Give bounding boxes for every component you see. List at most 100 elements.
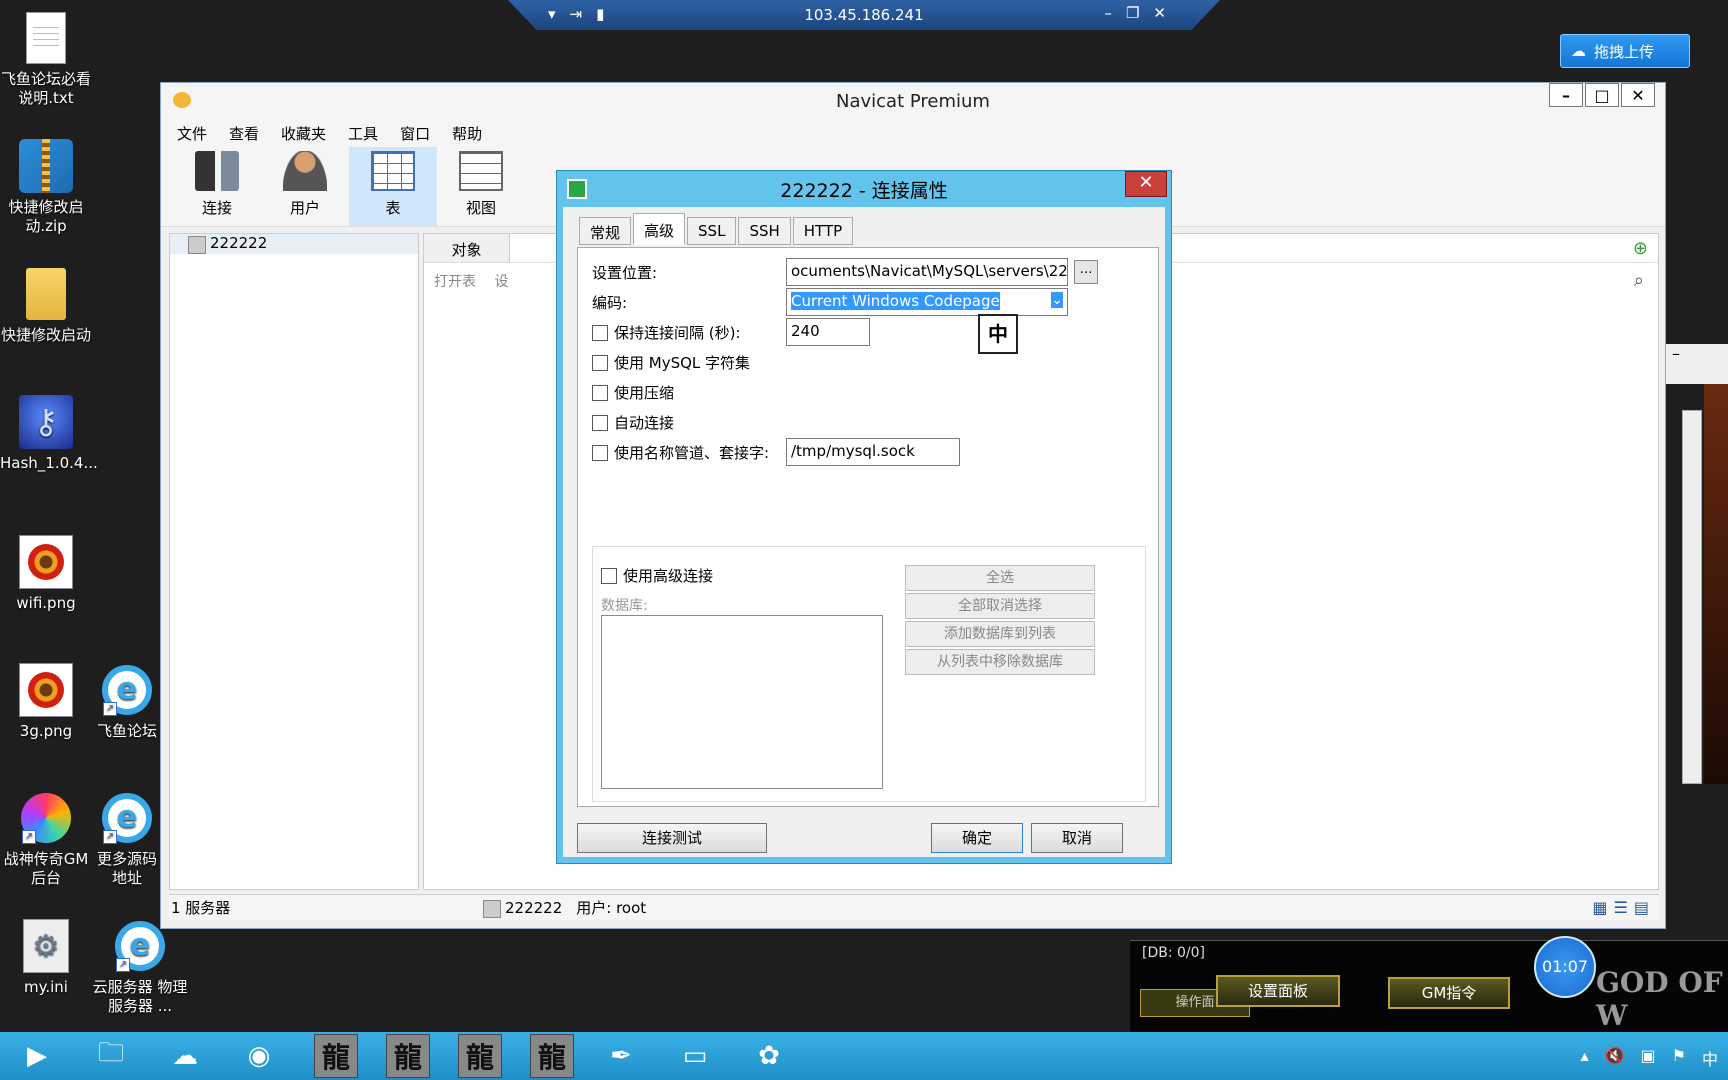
- user-button[interactable]: 用户: [261, 147, 349, 226]
- dragon-app-icon[interactable]: 龍: [386, 1034, 430, 1078]
- encoding-label: 编码:: [592, 294, 628, 312]
- database-label: 数据库:: [601, 598, 648, 614]
- settings-panel-button[interactable]: 设置面板: [1216, 975, 1340, 1007]
- desktop-icon-wifi-png[interactable]: wifi.png: [0, 534, 92, 613]
- ime-indicator[interactable]: 中: [978, 314, 1018, 354]
- menu-bar: 文件 查看 收藏夹 工具 窗口 帮助: [161, 119, 1665, 147]
- tab-http[interactable]: HTTP: [792, 217, 854, 245]
- keepalive-input[interactable]: 240: [786, 318, 870, 346]
- list-view-icon[interactable]: ☰: [1614, 898, 1628, 917]
- view-button[interactable]: 视图: [437, 147, 525, 226]
- baidu-netdisk-icon[interactable]: ☁: [152, 1034, 218, 1078]
- drag-upload-button[interactable]: ☁ 拖拽上传: [1560, 34, 1690, 68]
- maximize-button[interactable]: □: [1585, 83, 1619, 107]
- remove-database-button[interactable]: 从列表中移除数据库: [905, 649, 1095, 675]
- desktop-icon-more-source[interactable]: e ↗ 更多源码地址: [92, 790, 162, 888]
- ok-button[interactable]: 确定: [931, 823, 1023, 853]
- desktop-icon-my-ini[interactable]: ⚙ my.ini: [0, 918, 92, 997]
- search-icon[interactable]: ⌕: [1634, 270, 1644, 291]
- desktop-icon-readme[interactable]: 飞鱼论坛必看说明.txt: [0, 10, 92, 108]
- auto-connect-checkbox[interactable]: [592, 414, 608, 431]
- server-manager-icon[interactable]: ▶: [4, 1034, 70, 1078]
- desktop-icon-zip[interactable]: 快捷修改启动.zip: [0, 138, 92, 236]
- game-window-controls: –: [1666, 344, 1728, 384]
- test-connection-button[interactable]: 连接测试: [577, 823, 767, 853]
- desktop-icon-gm-backend[interactable]: ↗ 战神传奇GM后台: [0, 790, 92, 888]
- menu-window[interactable]: 窗口: [396, 119, 448, 147]
- dragon-app-icon[interactable]: 龍: [530, 1034, 574, 1078]
- add-icon[interactable]: ⊕: [1633, 238, 1648, 259]
- desktop-icon-3g-png[interactable]: 3g.png: [0, 662, 92, 741]
- dragon-app-icon[interactable]: 龍: [314, 1034, 358, 1078]
- keepalive-checkbox[interactable]: [592, 324, 608, 341]
- connection-item[interactable]: 222222: [170, 234, 418, 254]
- connect-button[interactable]: 连接: [173, 147, 261, 226]
- settings-location-field[interactable]: ocuments\Navicat\MySQL\servers\222222: [786, 258, 1068, 286]
- menu-help[interactable]: 帮助: [448, 119, 500, 147]
- menu-tools[interactable]: 工具: [344, 119, 396, 147]
- game-logo: GOD OF W: [1596, 966, 1723, 1032]
- close-button[interactable]: ✕: [1621, 83, 1655, 107]
- timer-badge[interactable]: 01:07: [1534, 936, 1596, 998]
- design-table-button[interactable]: 设: [494, 274, 508, 290]
- image-file-icon: [18, 662, 74, 718]
- volume-icon[interactable]: 🔇: [1605, 1046, 1625, 1070]
- cancel-button[interactable]: 取消: [1031, 823, 1123, 853]
- compression-row: 使用压缩: [592, 382, 674, 403]
- grid-view-icon[interactable]: ▦: [1592, 898, 1607, 917]
- tab-ssl[interactable]: SSL: [687, 217, 737, 245]
- browse-button[interactable]: …: [1074, 260, 1098, 284]
- dialog-tabs: 常规 高级 SSL SSH HTTP: [579, 213, 855, 245]
- encoding-select[interactable]: Current Windows Codepage ⌄: [786, 288, 1068, 316]
- named-pipe-row: 使用名称管道、套接字:: [592, 442, 769, 463]
- select-all-button[interactable]: 全选: [905, 565, 1095, 591]
- tab-advanced[interactable]: 高级: [633, 213, 686, 245]
- text-file-icon: [18, 10, 74, 66]
- dragon-app-icon[interactable]: 龍: [458, 1034, 502, 1078]
- open-table-button[interactable]: 打开表: [434, 274, 476, 290]
- desktop-icon-hash[interactable]: ⚷ Hash_1.0.4...: [0, 394, 98, 473]
- advanced-connection-checkbox[interactable]: [601, 567, 617, 584]
- menu-file[interactable]: 文件: [173, 119, 225, 147]
- user-icon: [283, 151, 327, 191]
- shortcut-arrow-icon: ↗: [22, 830, 36, 844]
- deselect-all-button[interactable]: 全部取消选择: [905, 593, 1095, 619]
- gm-command-button[interactable]: GM指令: [1388, 977, 1510, 1009]
- dialog-close-button[interactable]: ✕: [1125, 171, 1167, 197]
- tab-objects[interactable]: 对象: [424, 234, 510, 262]
- flag-icon[interactable]: ⚑: [1672, 1046, 1686, 1070]
- desktop-icon-cloud-server[interactable]: e ↗ 云服务器 物理服务器 ...: [92, 918, 188, 1016]
- advanced-connection-group: 使用高级连接 数据库: 全选 全部取消选择 添加数据库到列表 从列表中移除数据库: [592, 546, 1146, 802]
- tab-general[interactable]: 常规: [579, 217, 632, 245]
- connection-tree: 222222: [169, 233, 419, 890]
- network-icon[interactable]: ▣: [1641, 1046, 1656, 1070]
- menu-favorites[interactable]: 收藏夹: [277, 119, 344, 147]
- desktop-icon-folder[interactable]: 快捷修改启动: [0, 266, 92, 345]
- menu-view[interactable]: 查看: [225, 119, 277, 147]
- tab-ssh[interactable]: SSH: [738, 217, 791, 245]
- add-database-button[interactable]: 添加数据库到列表: [905, 621, 1095, 647]
- advanced-panel: 设置位置: ocuments\Navicat\MySQL\servers\222…: [577, 247, 1159, 807]
- file-explorer-icon[interactable]: 🗀: [78, 1034, 144, 1078]
- auto-connect-row: 自动连接: [592, 412, 674, 433]
- mysql-charset-checkbox[interactable]: [592, 354, 608, 371]
- table-button[interactable]: 表: [349, 147, 437, 226]
- image-file-icon: [18, 534, 74, 590]
- rdp-window-controls[interactable]: –❐✕: [1104, 4, 1180, 22]
- game-scrollbar[interactable]: [1682, 410, 1702, 784]
- tray-arrow-icon[interactable]: ▴: [1581, 1046, 1589, 1070]
- database-list[interactable]: [601, 615, 883, 789]
- minimize-button[interactable]: –: [1549, 83, 1583, 107]
- named-pipe-checkbox[interactable]: [592, 444, 608, 461]
- detail-view-icon[interactable]: ▤: [1634, 898, 1649, 917]
- compression-checkbox[interactable]: [592, 384, 608, 401]
- terminal-icon[interactable]: ▭: [662, 1034, 728, 1078]
- desktop-icon-feiyu-link[interactable]: e ↗ 飞鱼论坛: [92, 662, 162, 741]
- remote-desktop-bar: ▾⇥▮ 103.45.186.241 –❐✕: [508, 0, 1220, 30]
- feather-icon[interactable]: ✒: [588, 1034, 654, 1078]
- minimize-button[interactable]: –: [1672, 344, 1680, 363]
- socket-path-input[interactable]: /tmp/mysql.sock: [786, 438, 960, 466]
- navicat-taskbar-icon[interactable]: ✿: [736, 1034, 802, 1078]
- ime-icon[interactable]: 中: [1702, 1046, 1718, 1070]
- color-app-icon[interactable]: ◉: [226, 1034, 292, 1078]
